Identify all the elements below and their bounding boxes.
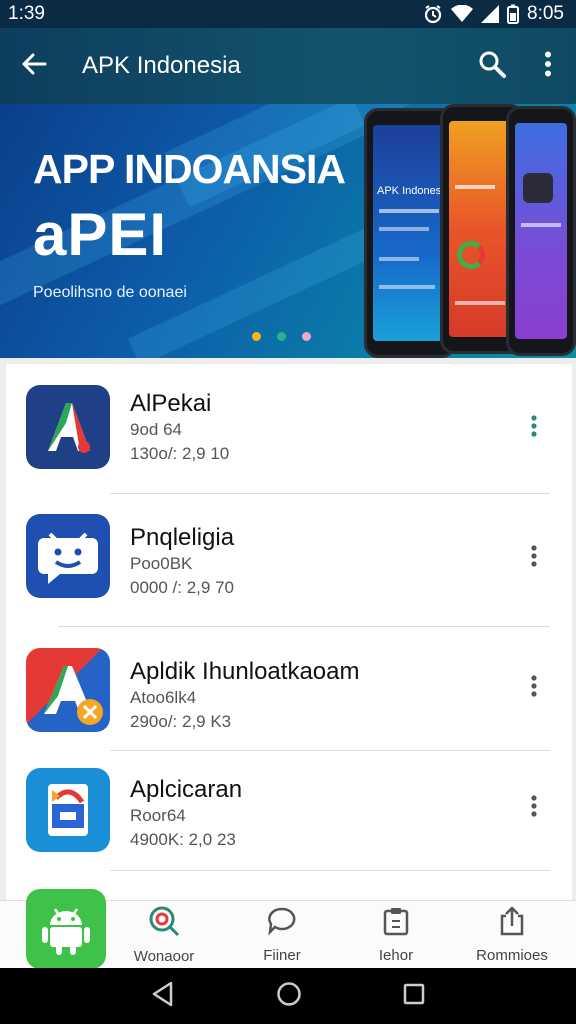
phone-screen-line [379,227,429,231]
more-options-button[interactable] [520,28,576,104]
phone-screen-line [379,285,435,289]
search-button[interactable] [464,28,520,104]
nav-item-wonaoor[interactable]: Wonaoor [108,901,220,969]
phone-screen: APK Indonesia [373,125,447,341]
nav-label: Rommioes [476,947,548,964]
app-meta: 290o/: 2,9 K3 [130,712,232,731]
nav-item-iehor[interactable]: Iehor [340,901,452,969]
arrow-left-icon [21,52,47,81]
chat-bubble-icon [267,906,297,941]
item-more-button[interactable] [518,788,550,828]
app-meta: 4900K: 2,0 23 [130,830,236,849]
wifi-icon [451,5,474,23]
status-bar: 1:39 8:05 [0,0,576,28]
list-item[interactable]: Aplcicaran Roor64 4900K: 2,0 23 [6,750,572,878]
app-meta: 130o/: 2,9 10 [130,444,230,463]
more-vert-icon [544,51,552,82]
back-triangle-icon[interactable] [151,981,175,1012]
app-list: AlPekai 9od 64 130o/: 2,9 10 Pnqleligia … [6,364,572,904]
phone-screen [515,123,567,339]
app-name: Apldik Ihunloatkaoam [130,658,360,685]
magnify-target-icon [148,905,180,942]
nav-label: Iehor [378,947,414,964]
status-time-left: 1:39 [8,3,45,24]
phone-screen-title: APK Indonesia [377,185,447,197]
battery-icon [507,4,520,24]
phone-screen-line [379,257,419,261]
phone-screen-line [455,301,505,305]
app-name: AlPekai [130,390,212,417]
page-title: APK Indonesia [82,52,241,79]
banner-subtitle: aPEI [33,201,168,268]
phone-screen-line [455,185,495,189]
camera-icon [523,173,553,203]
nav-item-rommioes[interactable]: Rommioes [456,901,568,969]
divider [110,870,550,871]
carousel-dot[interactable] [302,332,311,341]
list-item[interactable]: AlPekai 9od 64 130o/: 2,9 10 [6,364,572,492]
app-name: Pnqleligia [130,524,235,551]
app-size: Roor64 [130,806,186,825]
share-box-icon [498,906,526,941]
more-vert-icon [531,674,537,702]
more-vert-icon [531,794,537,822]
bottom-navigation: Wonaoor Fiiner Iehor Rommioes [0,889,576,969]
carousel-dot[interactable] [252,332,261,341]
status-time-right: 8:05 [527,3,564,24]
back-button[interactable] [0,28,68,104]
status-icons: 8:05 [423,3,564,25]
phone-screen-line [379,209,439,213]
carousel-dot[interactable] [277,332,286,341]
recents-square-icon[interactable] [403,983,425,1010]
list-item[interactable]: Pnqleligia Poo0BK 0000 /: 2,9 70 [6,494,572,622]
blue-a-icon [26,648,110,732]
app-size: Poo0BK [130,554,193,573]
carousel-indicator[interactable] [252,332,311,341]
home-circle-icon[interactable] [276,981,302,1012]
nav-label: Wonaoor [133,948,195,965]
search-icon [478,50,506,83]
list-item[interactable]: Apldik Ihunloatkaoam Atoo6lk4 290o/: 2,9… [6,626,572,754]
banner-caption: Poeolihsno de oonaei [33,284,187,301]
chrome-like-icon [457,241,485,269]
more-vert-icon [531,544,537,572]
red-a-icon [26,385,110,469]
banner-title: APP INDOANSIA [33,146,346,192]
system-navigation-bar [0,968,576,1024]
nav-item-fiiner[interactable]: Fiiner [226,901,338,969]
nav-label: Fiiner [263,947,301,964]
app-bar: APK Indonesia [0,28,576,104]
chat-face-icon [26,514,110,598]
android-app-icon[interactable] [26,889,106,969]
clipboard-icon [382,906,410,941]
promo-banner[interactable]: APP INDOANSIA aPEI Poeolihsno de oonaei … [0,104,576,358]
alarm-icon [423,4,443,24]
app-size: 9od 64 [130,420,182,439]
item-more-button[interactable] [518,668,550,708]
document-g-icon [26,768,110,852]
phone-mockup [506,106,576,356]
item-more-button[interactable] [518,538,550,578]
signal-icon [481,5,500,23]
phone-screen-line [521,223,561,227]
item-more-button[interactable] [518,408,550,448]
more-vert-icon [531,414,537,442]
app-name: Aplcicaran [130,776,243,803]
app-meta: 0000 /: 2,9 70 [130,578,234,597]
app-size: Atoo6lk4 [130,688,197,707]
